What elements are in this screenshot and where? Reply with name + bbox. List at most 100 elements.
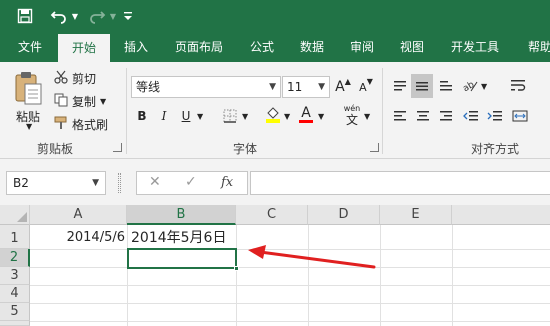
column-header-f[interactable] (452, 205, 550, 225)
row-header-3[interactable]: 3 (0, 267, 30, 285)
cancel-icon[interactable]: ✕ (149, 174, 161, 190)
phonetic-dropdown-icon[interactable]: ▼ (364, 112, 370, 121)
redo-dropdown-icon[interactable]: ▼ (108, 4, 118, 28)
grow-font-icon: A (335, 79, 345, 95)
cell-a1[interactable]: 2014/5/6 (67, 230, 125, 245)
tab-formulas[interactable]: 公式 (240, 32, 284, 62)
group-divider (126, 68, 127, 154)
font-name-select[interactable]: 等线 ▼ (131, 76, 281, 98)
merge-center-icon[interactable] (510, 106, 530, 126)
font-launcher-icon[interactable] (370, 143, 379, 152)
gridline (236, 225, 237, 326)
column-header-a[interactable]: A (30, 205, 127, 225)
active-cell-b2[interactable] (127, 248, 239, 271)
tab-help[interactable]: 帮助 (518, 32, 550, 62)
grow-font-button[interactable]: A ▲ (333, 77, 353, 97)
align-top-icon[interactable] (390, 76, 410, 96)
bold-button[interactable]: B (132, 106, 152, 126)
font-color-icon: A (301, 104, 311, 121)
align-left-icon[interactable] (390, 106, 410, 126)
paste-icon[interactable] (12, 70, 44, 106)
gridline (452, 225, 453, 326)
phonetic-top-label: wén (343, 103, 361, 113)
align-center-icon[interactable] (413, 106, 433, 126)
row-header-4[interactable]: 4 (0, 285, 30, 303)
orientation-icon[interactable]: ab (460, 76, 480, 96)
align-bottom-icon[interactable] (436, 76, 456, 96)
borders-icon[interactable] (220, 106, 240, 126)
phonetic-guide-button[interactable]: wén 文 (340, 102, 364, 128)
clipboard-launcher-icon[interactable] (113, 143, 122, 152)
undo-dropdown-icon[interactable]: ▼ (70, 4, 80, 28)
fill-color-icon[interactable] (263, 104, 283, 124)
borders-dropdown-icon[interactable]: ▼ (242, 112, 248, 121)
column-header-b[interactable]: B (127, 205, 236, 225)
font-color-swatch (299, 119, 313, 123)
italic-button[interactable]: I (154, 106, 174, 126)
gridline (30, 321, 550, 322)
formula-input[interactable] (250, 171, 550, 195)
align-middle-icon[interactable] (411, 74, 433, 98)
shrink-font-icon: A (359, 80, 367, 94)
column-header-e[interactable]: E (380, 205, 452, 225)
customize-qat-icon[interactable] (122, 4, 134, 28)
insert-function-icon[interactable]: fx (221, 175, 233, 190)
increase-indent-icon[interactable] (485, 106, 505, 126)
align-right-icon[interactable] (436, 106, 456, 126)
save-icon[interactable] (14, 4, 36, 28)
redo-icon[interactable] (86, 4, 108, 28)
alignment-group-label: 对齐方式 (470, 142, 519, 156)
fill-handle[interactable] (234, 266, 239, 271)
tab-data[interactable]: 数据 (290, 32, 334, 62)
font-color-button[interactable]: A (296, 104, 316, 124)
copy-dropdown-icon[interactable]: ▼ (100, 97, 106, 106)
tab-review[interactable]: 审阅 (340, 32, 384, 62)
gridline (127, 225, 128, 326)
tab-developer[interactable]: 开发工具 (442, 32, 508, 62)
annotation-arrow (248, 245, 376, 269)
select-all-corner[interactable] (0, 205, 30, 225)
ribbon: 粘贴 ▼ 剪切 复制 ▼ 格式刷 剪贴板 等线 ▼ 11 ▼ A ▲ A ▼ B I… (0, 62, 550, 159)
column-header-c[interactable]: C (236, 205, 308, 225)
tab-file[interactable]: 文件 (6, 32, 54, 62)
tab-home[interactable]: 开始 (58, 34, 110, 62)
font-name-value: 等线 (136, 80, 161, 94)
row-header-2[interactable]: 2 (0, 249, 30, 267)
formula-bar-splitter[interactable] (118, 173, 121, 193)
format-painter-button[interactable]: 格式刷 (54, 116, 108, 133)
row-header-5[interactable]: 5 (0, 303, 30, 321)
font-size-select[interactable]: 11 ▼ (282, 76, 330, 98)
orientation-dropdown-icon[interactable]: ▼ (481, 82, 487, 91)
formula-bar: B2 ▼ ✕ ✓ fx (0, 159, 550, 205)
tab-page-layout[interactable]: 页面布局 (166, 32, 232, 62)
font-size-value: 11 (287, 80, 303, 94)
tab-view[interactable]: 视图 (390, 32, 434, 62)
font-color-dropdown-icon[interactable]: ▼ (318, 112, 324, 121)
enter-icon[interactable]: ✓ (185, 174, 197, 190)
font-size-dropdown-icon: ▼ (318, 82, 325, 92)
format-painter-icon (54, 116, 70, 133)
wrap-text-icon[interactable] (508, 76, 528, 96)
fill-color-dropdown-icon[interactable]: ▼ (284, 112, 290, 121)
column-header-d[interactable]: D (308, 205, 380, 225)
row-header-1[interactable]: 1 (0, 225, 30, 249)
cell-b1[interactable]: 2014年5月6日 (131, 227, 226, 247)
name-box[interactable]: B2 ▼ (6, 171, 106, 195)
tab-insert[interactable]: 插入 (114, 32, 158, 62)
phonetic-bottom-label: 文 (345, 112, 358, 127)
name-box-value: B2 (13, 176, 29, 190)
ribbon-tabs: 文件 开始 插入 页面布局 公式 数据 审阅 视图 开发工具 帮助 (0, 32, 550, 62)
copy-button[interactable]: 复制 ▼ (54, 93, 106, 110)
underline-dropdown-icon[interactable]: ▼ (197, 112, 203, 121)
shrink-font-button[interactable]: A ▼ (356, 77, 376, 97)
paste-dropdown-icon[interactable]: ▼ (26, 122, 32, 131)
formula-buttons: ✕ ✓ fx (136, 171, 248, 195)
clipboard-group-label: 剪贴板 (36, 142, 73, 156)
cut-label: 剪切 (72, 72, 97, 86)
decrease-indent-icon[interactable] (461, 106, 481, 126)
row-header-6[interactable] (0, 321, 30, 326)
undo-icon[interactable] (48, 4, 70, 28)
gridline (30, 303, 550, 304)
cut-button[interactable]: 剪切 (54, 70, 96, 87)
underline-button[interactable]: U (176, 106, 196, 126)
